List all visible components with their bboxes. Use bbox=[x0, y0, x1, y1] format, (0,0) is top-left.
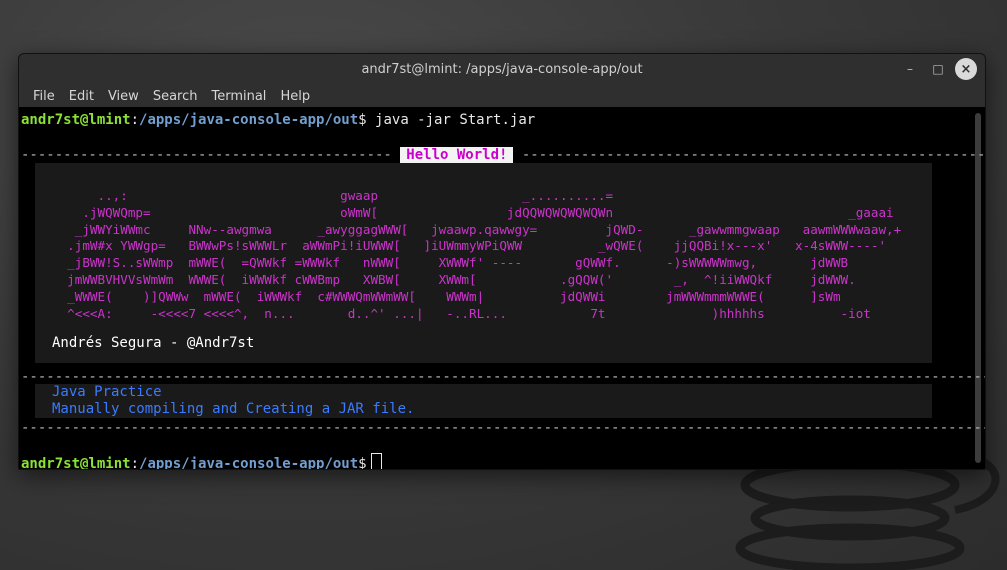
close-button[interactable]: × bbox=[955, 58, 977, 80]
ascii-art-line: jmWWBVHVVsWmWm WWWE( iWWWkf cWWBmp XWBW[… bbox=[52, 271, 856, 287]
banner-title: Hello World! bbox=[400, 147, 514, 163]
ascii-art-line: .jmW#x YWWgp= BWWwPs!sWWWLr aWWmPi!iUWWW… bbox=[52, 238, 887, 254]
title-bar[interactable]: andr7st@lmint: /apps/java-console-app/ou… bbox=[19, 54, 985, 85]
info-title: Java Practice bbox=[52, 384, 162, 400]
menu-edit[interactable]: Edit bbox=[62, 89, 101, 104]
terminal-output[interactable]: andr7st@lmint:/apps/java-console-app/out… bbox=[19, 107, 985, 469]
info-description: Manually compiling and Creating a JAR fi… bbox=[52, 401, 415, 417]
author-credit: Andrés Segura - @Andr7st bbox=[52, 335, 255, 351]
prompt-separator: : bbox=[130, 456, 140, 470]
prompt-path: /apps/java-console-app/out bbox=[139, 112, 359, 128]
menu-bar: File Edit View Search Terminal Help bbox=[19, 85, 985, 107]
scrollbar[interactable] bbox=[975, 113, 981, 463]
prompt-user: andr7st@lmint bbox=[21, 456, 131, 470]
prompt-symbol: $ bbox=[358, 112, 367, 128]
ascii-art-line: _jBWW!S..sWWmp mWWE( =QWWkf =WWWkf nWWW[… bbox=[52, 255, 849, 271]
command-text: java -jar Start.jar bbox=[366, 112, 536, 128]
terminal-window: andr7st@lmint: /apps/java-console-app/ou… bbox=[18, 53, 986, 470]
prompt-user: andr7st@lmint bbox=[21, 112, 131, 128]
text-cursor bbox=[370, 453, 382, 469]
menu-terminal[interactable]: Terminal bbox=[204, 89, 273, 104]
ascii-art-line: _WWWE( )]QWWw mWWE( iWWWkf c#WWWQmWWmWW[… bbox=[52, 288, 841, 304]
maximize-button[interactable]: □ bbox=[927, 58, 949, 80]
art-panel: ..,: gwaap _..........= .jWQWQmp= oWmW[ … bbox=[35, 163, 932, 363]
ascii-art-line: ^<<<A: -<<<<7 <<<<^, n... d..^' ...| -..… bbox=[52, 305, 871, 321]
window-controls: – □ × bbox=[899, 58, 977, 80]
menu-help[interactable]: Help bbox=[273, 89, 317, 104]
prompt-separator: : bbox=[130, 112, 140, 128]
ascii-art-line: ..,: gwaap _..........= bbox=[52, 188, 614, 203]
ascii-art-line: _jWWYiWWmc NNw--awgmwa _awyggagWWW[ jwaa… bbox=[52, 221, 902, 237]
banner-top-border: ----------------------------------------… bbox=[21, 147, 986, 163]
ascii-art: ..,: gwaap _..........= .jWQWQmp= oWmW[ … bbox=[52, 188, 901, 322]
banner-bottom-border: ----------------------------------------… bbox=[21, 420, 986, 436]
info-panel: Java Practice Manually compiling and Cre… bbox=[35, 384, 932, 418]
minimize-button[interactable]: – bbox=[899, 58, 921, 80]
window-title: andr7st@lmint: /apps/java-console-app/ou… bbox=[361, 62, 643, 77]
menu-view[interactable]: View bbox=[101, 89, 146, 104]
menu-file[interactable]: File bbox=[26, 89, 62, 104]
prompt-path: /apps/java-console-app/out bbox=[139, 456, 359, 470]
prompt-symbol: $ bbox=[358, 456, 367, 470]
command-line: andr7st@lmint:/apps/java-console-app/out… bbox=[21, 112, 535, 129]
current-prompt-line[interactable]: andr7st@lmint:/apps/java-console-app/out… bbox=[21, 453, 382, 470]
menu-search[interactable]: Search bbox=[146, 89, 205, 104]
ascii-art-line: .jWQWQmp= oWmW[ jdQQWQWQWQWQWn _gaaai bbox=[52, 204, 894, 220]
